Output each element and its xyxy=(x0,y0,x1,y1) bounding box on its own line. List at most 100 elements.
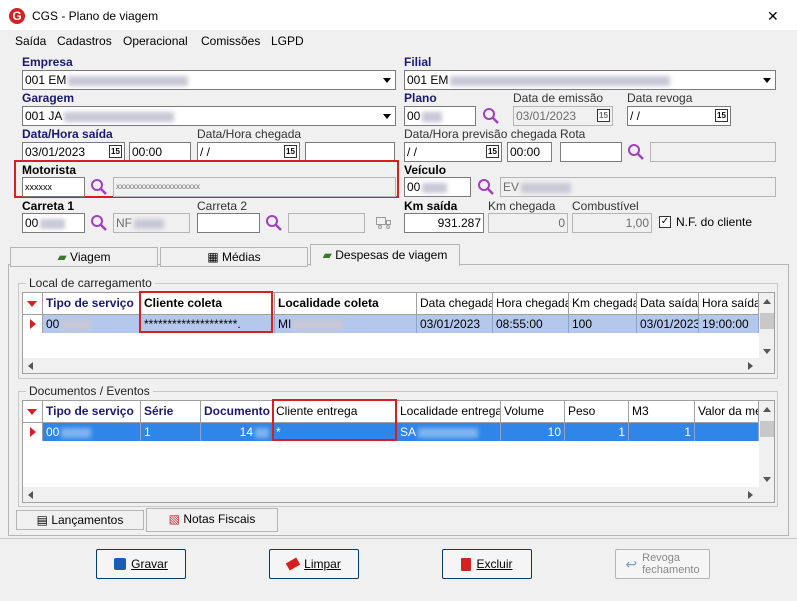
delete-button[interactable]: Excluir xyxy=(442,549,532,579)
tab-lancamentos[interactable]: ▤ Lançamentos xyxy=(16,510,144,530)
grid-indicator-header xyxy=(23,293,43,315)
data-hora-chegada-label: Data/Hora chegada xyxy=(197,127,302,141)
tab-notas-fiscais[interactable]: ▧ Notas Fiscais xyxy=(146,508,278,532)
col-tipo-servico[interactable]: Tipo de serviço xyxy=(43,401,141,423)
nf-cliente-label: N.F. do cliente xyxy=(676,215,753,229)
calendar-icon[interactable]: 15 xyxy=(715,109,728,122)
calculator-icon: ▦ xyxy=(207,250,219,264)
col-localidade-entrega[interactable]: Localidade entrega xyxy=(397,401,501,423)
data-revoga-label: Data revoga xyxy=(627,91,693,105)
hora-chegada-field[interactable] xyxy=(305,142,395,162)
close-icon[interactable]: ✕ xyxy=(767,8,779,25)
horizontal-scrollbar[interactable] xyxy=(23,487,774,502)
scroll-left-icon[interactable] xyxy=(28,491,33,499)
search-icon[interactable] xyxy=(477,178,495,196)
save-button[interactable]: Gravar xyxy=(96,549,186,579)
empresa-select[interactable]: 001 EM xyxy=(22,70,396,90)
col-km-chegada[interactable]: Km chegada xyxy=(569,293,637,315)
row-indicator xyxy=(23,423,43,441)
menu-saida[interactable]: Saída xyxy=(15,34,46,48)
chevron-down-icon[interactable] xyxy=(379,72,394,88)
motorista-code-field[interactable]: xxxxxx xyxy=(22,177,85,197)
col-data-saida[interactable]: Data saída xyxy=(637,293,699,315)
col-hora-chegada[interactable]: Hora chegada xyxy=(493,293,569,315)
scroll-right-icon[interactable] xyxy=(748,491,753,499)
km-saida-field[interactable]: 931.287 xyxy=(404,213,484,233)
cell-localidade-entrega: SA xyxy=(397,423,501,441)
calendar-icon[interactable]: 15 xyxy=(597,109,610,122)
add-list-icon: ▤ xyxy=(36,513,48,527)
search-icon[interactable] xyxy=(90,178,108,196)
search-icon[interactable] xyxy=(482,107,500,125)
menu-cadastros[interactable]: Cadastros xyxy=(57,34,112,48)
data-saida-field[interactable]: 03/01/2023 15 xyxy=(22,142,125,162)
cell-data-saida: 03/01/2023 xyxy=(637,315,699,333)
cell-localidade-coleta: MI xyxy=(275,315,417,333)
scroll-right-icon[interactable] xyxy=(748,362,753,370)
col-m3[interactable]: M3 xyxy=(629,401,695,423)
motorista-label: Motorista xyxy=(22,163,76,177)
grid-indicator-header xyxy=(23,401,43,423)
data-chegada-field[interactable]: / /15 xyxy=(197,142,300,162)
carregamento-title: Local de carregamento xyxy=(26,276,155,290)
scroll-left-icon[interactable] xyxy=(28,362,33,370)
plano-field[interactable]: 00 xyxy=(404,106,476,126)
col-valor-mercadoria[interactable]: Valor da mer xyxy=(695,401,759,423)
vertical-scrollbar[interactable] xyxy=(759,293,774,358)
col-localidade-coleta[interactable]: Localidade coleta xyxy=(275,293,417,315)
carreta1-code-field[interactable]: 00 xyxy=(22,213,85,233)
app-logo-icon: G xyxy=(9,8,25,24)
floppy-icon xyxy=(114,558,127,570)
truck-icon xyxy=(376,217,392,229)
vertical-scrollbar[interactable] xyxy=(759,401,774,487)
row-pointer-icon xyxy=(30,427,36,437)
scroll-up-icon[interactable] xyxy=(763,407,771,412)
col-peso[interactable]: Peso xyxy=(565,401,629,423)
combustivel-field: 1,00 xyxy=(572,213,652,233)
hora-saida-field[interactable]: 00:00 xyxy=(129,142,191,162)
cell-serie: 1 xyxy=(141,423,201,441)
carreta2-code-field[interactable] xyxy=(197,213,260,233)
scroll-thumb[interactable] xyxy=(760,421,774,437)
scroll-up-icon[interactable] xyxy=(763,299,771,304)
search-icon[interactable] xyxy=(627,143,645,161)
filial-select[interactable]: 001 EM xyxy=(404,70,776,90)
col-hora-saida[interactable]: Hora saída xyxy=(699,293,759,315)
col-data-chegada[interactable]: Data chegada xyxy=(417,293,493,315)
scroll-down-icon[interactable] xyxy=(763,477,771,482)
clear-button[interactable]: Limpar xyxy=(269,549,359,579)
search-icon[interactable] xyxy=(90,214,108,232)
calendar-icon[interactable]: 15 xyxy=(109,145,122,158)
title-bar: G CGS - Plano de viagem ✕ xyxy=(0,0,797,30)
tab-medias[interactable]: ▦ Médias xyxy=(160,247,308,267)
calendar-icon[interactable]: 15 xyxy=(284,145,297,158)
veiculo-label: Veículo xyxy=(404,163,447,177)
cell-tipo-servico: 00 xyxy=(43,423,141,441)
calendar-icon[interactable]: 15 xyxy=(486,145,499,158)
col-serie[interactable]: Série xyxy=(141,401,201,423)
data-prev-field[interactable]: / /15 xyxy=(404,142,502,162)
tab-despesas[interactable]: ▰ Despesas de viagem xyxy=(310,244,460,266)
chevron-down-icon[interactable] xyxy=(759,72,774,88)
data-revoga-field[interactable]: / /15 xyxy=(627,106,731,126)
horizontal-scrollbar[interactable] xyxy=(23,358,774,373)
search-icon[interactable] xyxy=(265,214,283,232)
scroll-down-icon[interactable] xyxy=(763,349,771,354)
menu-operacional[interactable]: Operacional xyxy=(123,34,188,48)
nf-cliente-checkbox[interactable]: ✓ xyxy=(659,216,671,228)
table-row[interactable]: 00 ********************. MI 03/01/2023 0… xyxy=(23,315,759,333)
col-documento[interactable]: Documento xyxy=(201,401,273,423)
col-tipo-servico[interactable]: Tipo de serviço xyxy=(43,293,141,315)
hora-prev-field[interactable]: 00:00 xyxy=(507,142,552,162)
veiculo-code-field[interactable]: 00 xyxy=(404,177,471,197)
scroll-thumb[interactable] xyxy=(760,313,774,329)
menu-lgpd[interactable]: LGPD xyxy=(271,34,304,48)
chevron-down-icon[interactable] xyxy=(379,108,394,124)
eraser-icon xyxy=(285,557,301,571)
menu-comissoes[interactable]: Comissões xyxy=(201,34,260,48)
garagem-select[interactable]: 001 JA xyxy=(22,106,396,126)
col-volume[interactable]: Volume xyxy=(501,401,565,423)
tab-viagem[interactable]: ▰ Viagem xyxy=(10,247,158,267)
cell-hora-saida: 19:00:00 xyxy=(699,315,759,333)
rota-field[interactable] xyxy=(560,142,622,162)
